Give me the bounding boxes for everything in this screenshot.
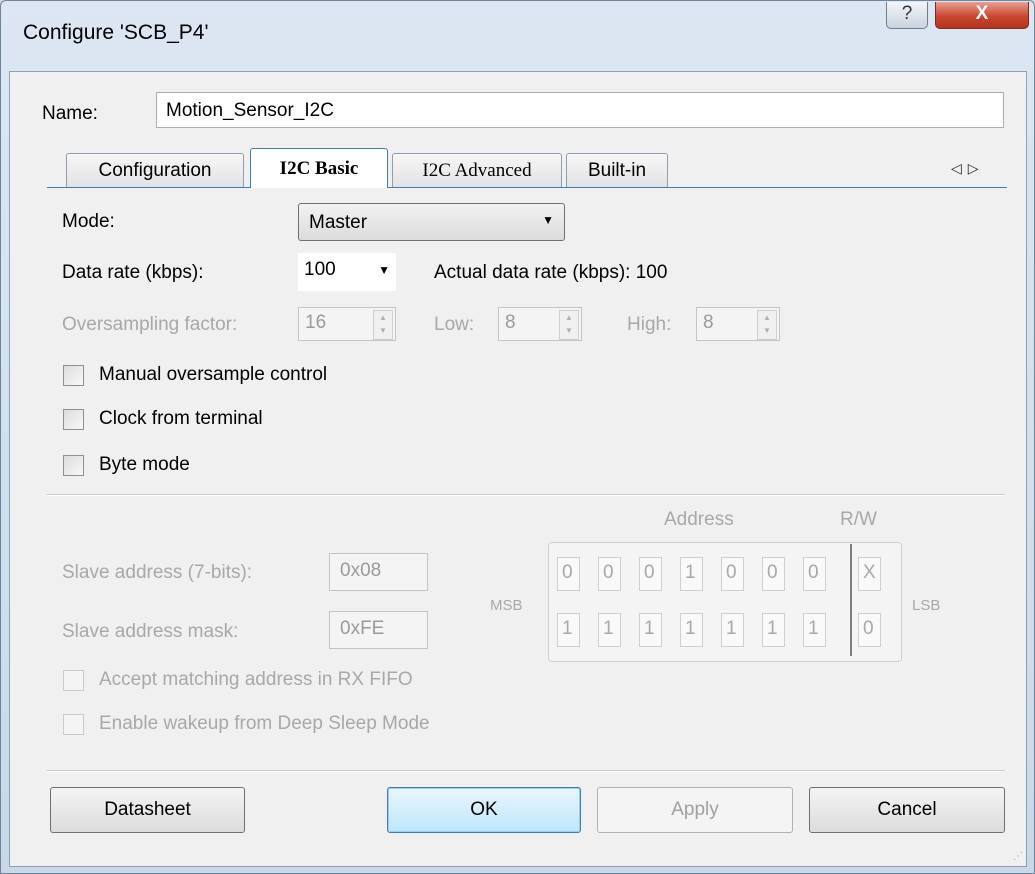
help-button[interactable]: ? [886, 2, 928, 29]
enable-wakeup-checkbox[interactable] [63, 714, 84, 735]
mode-select[interactable]: Master ▼ [298, 203, 565, 241]
tab-scroll-left-icon[interactable]: ◁ [951, 160, 968, 176]
slave-address-mask-field[interactable]: 0xFE [329, 611, 428, 649]
address-header: Address [664, 509, 734, 530]
section-separator [47, 494, 1005, 496]
chevron-down-icon: ▼ [378, 263, 390, 277]
low-label: Low: [434, 314, 475, 335]
byte-mode-label[interactable]: Byte mode [99, 454, 190, 476]
address-bit-0[interactable]: 0 [803, 557, 826, 591]
oversampling-factor-spinner[interactable]: 16 ▲ ▼ [298, 307, 396, 341]
mask-bit-6[interactable]: 1 [557, 613, 580, 647]
footer-separator [47, 770, 1005, 772]
address-bit-5[interactable]: 0 [598, 557, 621, 591]
oversampling-factor-value: 16 [305, 312, 327, 333]
tab-divider-line [47, 187, 1007, 188]
low-value: 8 [505, 312, 516, 333]
low-spinner[interactable]: 8 ▲ ▼ [498, 307, 582, 341]
clock-from-terminal-checkbox[interactable] [63, 409, 84, 430]
high-label: High: [627, 314, 672, 335]
mode-label: Mode: [62, 211, 115, 232]
address-bit-1[interactable]: 0 [762, 557, 785, 591]
tab-i2c-basic[interactable]: I2C Basic [250, 148, 388, 188]
close-button[interactable]: X [935, 2, 1029, 29]
cancel-button[interactable]: Cancel [809, 787, 1005, 833]
resize-grip-icon[interactable]: ⋰ [1013, 851, 1023, 862]
slave-address-field[interactable]: 0x08 [329, 553, 428, 591]
tab-scroll-right-icon[interactable]: ▷ [968, 160, 985, 176]
clock-from-terminal-label[interactable]: Clock from terminal [99, 408, 263, 430]
close-icon: X [975, 3, 989, 24]
address-rw-bit[interactable]: X [858, 557, 881, 591]
manual-oversample-label[interactable]: Manual oversample control [99, 364, 327, 386]
tab-i2c-advanced[interactable]: I2C Advanced [392, 153, 562, 187]
mask-bit-3[interactable]: 1 [680, 613, 703, 647]
lsb-label: LSB [912, 597, 941, 614]
address-bit-3[interactable]: 1 [680, 557, 703, 591]
mask-bit-5[interactable]: 1 [598, 613, 621, 647]
title-bar[interactable]: Configure 'SCB_P4' ? X [1, 1, 1034, 71]
rw-header: R/W [840, 509, 877, 530]
mask-bit-0[interactable]: 1 [803, 613, 826, 647]
oversampling-label: Oversampling factor: [62, 314, 238, 335]
mask-bit-2[interactable]: 1 [721, 613, 744, 647]
byte-mode-checkbox[interactable] [63, 455, 84, 476]
datasheet-button[interactable]: Datasheet [50, 787, 245, 833]
address-bit-4[interactable]: 0 [639, 557, 662, 591]
apply-button[interactable]: Apply [597, 787, 793, 833]
accept-matching-address-checkbox[interactable] [63, 670, 84, 691]
tab-scroll-controls: ◁▷ [951, 160, 985, 177]
data-rate-label: Data rate (kbps): [62, 262, 204, 283]
dialog-window: Configure 'SCB_P4' ? X [0, 0, 1035, 874]
ok-button[interactable]: OK [387, 787, 581, 833]
data-rate-value: 100 [304, 259, 336, 280]
actual-data-rate: Actual data rate (kbps): 100 [434, 262, 668, 283]
manual-oversample-checkbox[interactable] [63, 365, 84, 386]
address-bit-2[interactable]: 0 [721, 557, 744, 591]
name-label: Name: [42, 103, 98, 124]
name-input[interactable]: Motion_Sensor_I2C [156, 92, 1004, 128]
msb-label: MSB [490, 597, 523, 614]
mask-rw-bit[interactable]: 0 [858, 613, 881, 647]
high-spinner[interactable]: 8 ▲ ▼ [696, 307, 780, 341]
slave-address-mask-label: Slave address mask: [62, 621, 239, 642]
spinner-arrows-icon[interactable]: ▲ ▼ [373, 310, 393, 340]
mask-bit-1[interactable]: 1 [762, 613, 785, 647]
data-rate-select[interactable]: 100 ▼ [298, 253, 396, 291]
slave-address-label: Slave address (7-bits): [62, 562, 253, 583]
rw-divider [850, 544, 852, 656]
accept-matching-address-label[interactable]: Accept matching address in RX FIFO [99, 669, 413, 691]
spinner-arrows-icon[interactable]: ▲ ▼ [559, 310, 579, 340]
chevron-down-icon: ▼ [542, 213, 554, 227]
help-icon: ? [901, 3, 913, 24]
enable-wakeup-label[interactable]: Enable wakeup from Deep Sleep Mode [99, 713, 430, 735]
mask-bit-4[interactable]: 1 [639, 613, 662, 647]
tab-built-in[interactable]: Built-in [566, 153, 668, 187]
window-title: Configure 'SCB_P4' [23, 21, 209, 44]
high-value: 8 [703, 312, 714, 333]
tab-configuration[interactable]: Configuration [66, 153, 244, 187]
mode-value: Master [309, 212, 368, 233]
spinner-arrows-icon[interactable]: ▲ ▼ [757, 310, 777, 340]
address-bit-6[interactable]: 0 [557, 557, 580, 591]
